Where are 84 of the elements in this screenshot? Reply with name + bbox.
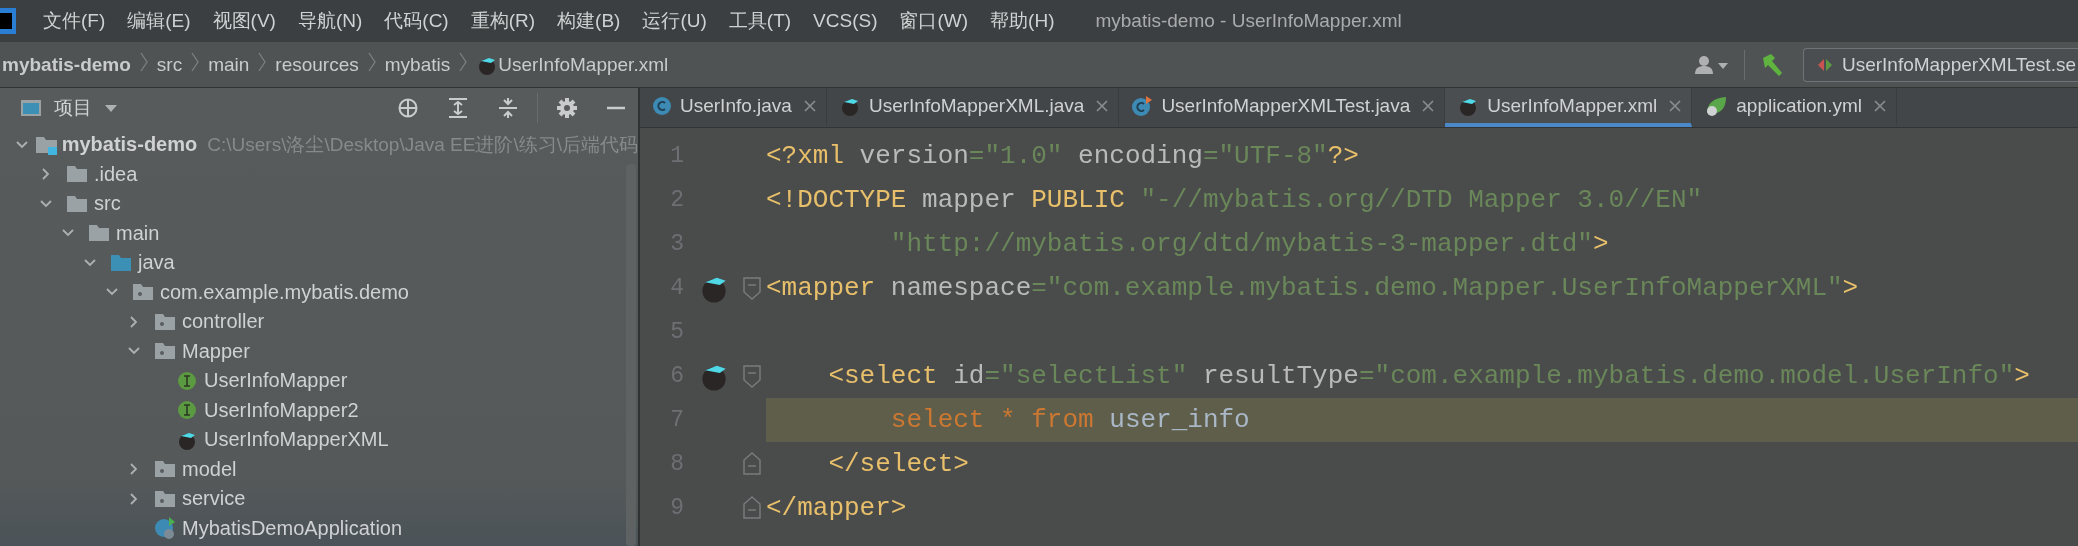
breadcrumb-separator-icon [458, 51, 469, 73]
class-icon [652, 95, 672, 116]
spring-leaf-icon [1704, 94, 1729, 117]
fold-icon[interactable] [743, 496, 761, 520]
folder-icon [88, 224, 110, 243]
expand-all-icon[interactable] [447, 97, 469, 119]
user-icon[interactable] [1693, 53, 1730, 76]
code-line: "http://mybatis.org/dtd/mybatis-3-mapper.dtd"> [889, 228, 1610, 261]
breadcrumb-item[interactable]: src [156, 53, 183, 76]
fold-icon[interactable] [743, 452, 761, 476]
breadcrumb-separator-icon [257, 51, 268, 73]
breadcrumb-item[interactable]: mybatis [384, 53, 451, 76]
tree-item-label[interactable]: .idea [94, 162, 138, 186]
settings-icon[interactable] [556, 97, 578, 119]
menu-item[interactable]: 构建(B) [546, 8, 632, 34]
app-logo-icon [0, 8, 16, 34]
package-icon [154, 342, 176, 361]
code-line: <select id="selectList" resultType="com.example.mybatis.demo.model.UserInfo"> [827, 360, 2031, 393]
code-line: <!DOCTYPE mapper PUBLIC "-//mybatis.org//DTD Mapper 3.0//EN" [766, 184, 1704, 217]
breadcrumb-separator-icon [366, 51, 377, 73]
code-line: <?xml version="1.0" encoding="UTF-8"?> [766, 140, 1360, 173]
code-line: </select> [827, 448, 970, 481]
close-icon[interactable] [803, 99, 816, 112]
menu-item[interactable]: VCS(S) [802, 10, 889, 32]
collapse-all-icon[interactable] [497, 97, 519, 119]
tree-item-label[interactable]: src [94, 192, 121, 216]
breadcrumb-separator-icon [190, 51, 201, 73]
editor-tab[interactable]: UserInfoMapper.xml [1445, 88, 1693, 127]
tree-item-label[interactable]: MybatisDemoApplication [182, 516, 403, 540]
close-icon[interactable] [1669, 99, 1682, 112]
breadcrumb-separator-icon [138, 51, 149, 73]
editor-tab[interactable]: UserInfoMapperXMLTest.java [1119, 88, 1446, 127]
tree-item-label[interactable]: main [116, 221, 160, 245]
interface-icon [177, 370, 197, 391]
menu-item[interactable]: 重构(R) [459, 8, 547, 34]
tree-item-label[interactable]: UserInfoMapper [204, 369, 348, 393]
test-class-icon [1131, 94, 1154, 117]
menu-item[interactable]: 视图(V) [201, 8, 287, 34]
menu-item[interactable]: 文件(F) [32, 8, 117, 34]
menu-item[interactable]: 运行(U) [631, 8, 718, 34]
package-icon [132, 283, 154, 302]
close-icon[interactable] [1873, 99, 1886, 112]
tree-item-label[interactable]: model [182, 457, 237, 481]
tree-item-label[interactable]: service [182, 487, 246, 511]
package-icon [154, 312, 176, 331]
breadcrumb-item[interactable]: mybatis-demo [2, 53, 131, 76]
package-icon [154, 489, 176, 508]
breadcrumb-item[interactable]: UserInfoMapper.xml [498, 53, 669, 76]
breadcrumb-item[interactable]: resources [275, 53, 359, 76]
window-title: mybatis-demo - UserInfoMapper.xml [1095, 10, 1402, 32]
tree-item-label[interactable]: UserInfoMapper2 [204, 398, 359, 422]
code-line: </mapper> [766, 492, 908, 525]
menu-item[interactable]: 窗口(W) [888, 8, 980, 34]
interface-icon [177, 400, 197, 421]
tree-item-label[interactable]: com.example.mybatis.demo [160, 280, 409, 304]
folder-icon [66, 165, 88, 184]
menu-item[interactable]: 工具(T) [717, 8, 803, 34]
editor-tab[interactable]: application.yml [1692, 88, 1897, 127]
editor-tab[interactable]: UserInfoMapperXML.java [826, 88, 1120, 127]
folder-icon [66, 194, 88, 213]
spring-class-icon [153, 516, 177, 541]
window-icon [20, 99, 42, 117]
menu-item[interactable]: 帮助(H) [979, 8, 1066, 34]
tree-item-label[interactable]: Mapper [182, 339, 250, 363]
tree-item-label[interactable]: controller [182, 310, 265, 334]
tree-item-label[interactable]: java [138, 251, 175, 275]
package-icon [154, 460, 176, 479]
panel-title[interactable]: 项目 [54, 95, 92, 121]
editor-tab[interactable]: UserInfo.java [640, 88, 827, 127]
close-icon[interactable] [1096, 99, 1109, 112]
dropdown-caret-icon[interactable] [104, 103, 118, 113]
locate-icon[interactable] [397, 97, 419, 119]
close-icon[interactable] [1422, 99, 1435, 112]
folder-icon [110, 253, 132, 272]
menu-item[interactable]: 导航(N) [286, 8, 374, 34]
tree-item-label[interactable]: UserInfoMapperXML [204, 428, 389, 452]
breadcrumb-item[interactable]: main [208, 53, 250, 76]
fold-icon[interactable] [743, 364, 761, 388]
fold-icon[interactable] [743, 276, 761, 300]
menu-item[interactable]: 代码(C) [373, 8, 460, 34]
menu-item[interactable]: 编辑(E) [116, 8, 202, 34]
run-configuration-dropdown[interactable]: UserInfoMapperXMLTest.se [1802, 47, 2078, 82]
tree-item-label[interactable]: mybatis-demo [61, 133, 198, 157]
code-line: <mapper namespace="com.example.mybatis.demo.Mapper.UserInfoMapperXML"> [766, 272, 1860, 305]
